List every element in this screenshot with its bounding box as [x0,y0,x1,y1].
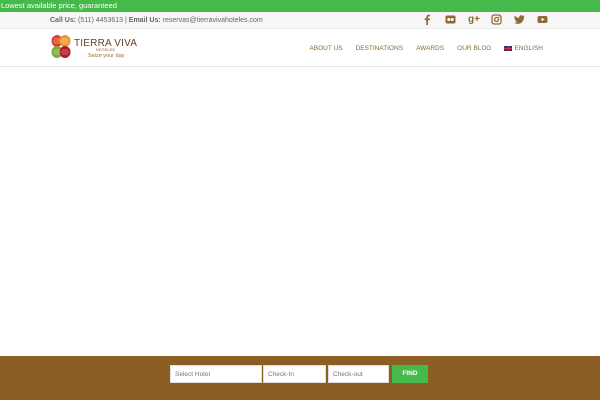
check-in-field[interactable] [263,365,326,383]
main-nav: ABOUT US DESTINATIONS AWARDS OUR BLOG EN… [309,29,543,67]
logo-subtitle: HOTELES [96,48,116,52]
promo-bar: Lowest available price, guaranteed [0,0,600,12]
nav-about-us[interactable]: ABOUT US [309,45,342,52]
hotel-select[interactable] [170,365,262,383]
site-header: TIERRA VIVA HOTELES Seize your day ABOUT… [0,29,600,67]
contact-info: Call Us: (511) 4453613 | Email Us: reser… [50,12,263,29]
check-out-field[interactable] [328,365,389,383]
logo-tagline: Seize your day [88,53,125,59]
contact-separator: | [125,17,127,24]
language-selector[interactable]: ENGLISH [504,45,543,52]
phone-number[interactable]: (511) 4453613 [78,17,123,24]
language-label: ENGLISH [514,44,543,52]
youtube-icon[interactable] [537,14,548,25]
contact-bar: Call Us: (511) 4453613 | Email Us: reser… [0,12,600,29]
hero-area [0,67,600,356]
nav-our-blog[interactable]: OUR BLOG [457,45,491,52]
nav-destinations[interactable]: DESTINATIONS [356,45,404,52]
social-links: g+ [422,14,548,27]
facebook-icon[interactable] [422,14,433,25]
leaf-logo-icon [51,35,71,58]
promo-text: Lowest available price, guaranteed [1,1,117,10]
twitter-icon[interactable] [514,14,525,25]
flickr-icon[interactable] [445,14,456,25]
booking-bar: FIND [0,356,600,400]
google-plus-icon[interactable]: g+ [468,14,480,25]
tierra-viva-logo[interactable]: TIERRA VIVA HOTELES Seize your day [50,33,160,63]
nav-awards[interactable]: AWARDS [416,45,444,52]
email-label: Email Us: [128,17,161,24]
call-label: Call Us: [50,17,77,24]
instagram-icon[interactable] [491,14,502,25]
uk-flag-icon [504,45,513,51]
email-address[interactable]: reservas@tierravivahoteles.com [163,17,263,24]
find-button[interactable]: FIND [392,365,428,383]
